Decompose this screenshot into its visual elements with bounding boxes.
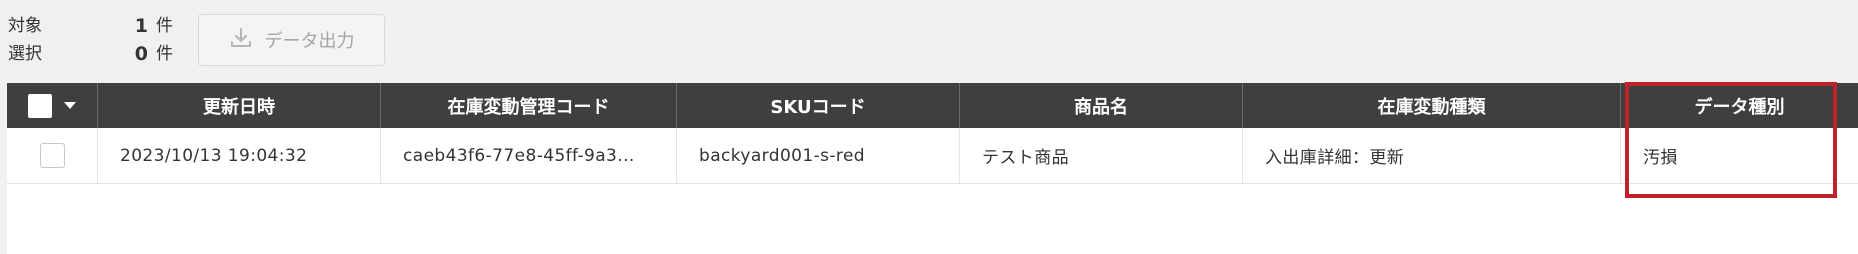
column-header-updated-at[interactable]: 更新日時 <box>98 83 381 128</box>
column-header-sku-code[interactable]: SKUコード <box>677 83 960 128</box>
target-unit: 件 <box>156 16 173 36</box>
selected-label: 選択 <box>8 44 42 64</box>
target-count: 1 <box>134 15 148 37</box>
cell-updated-at: 2023/10/13 19:04:32 <box>98 128 381 183</box>
selected-count-row: 選択 0 件 <box>8 40 173 68</box>
row-select-cell <box>7 128 98 183</box>
table-header: 更新日時 在庫変動管理コード SKUコード 商品名 在庫変動種類 データ種別 <box>7 83 1858 128</box>
cell-sku-code: backyard001-s-red <box>677 128 960 183</box>
column-header-change-type[interactable]: 在庫変動種類 <box>1243 83 1621 128</box>
cell-product-name: テスト商品 <box>960 128 1243 183</box>
select-all-checkbox[interactable] <box>28 93 52 118</box>
cell-change-code: caeb43f6-77e8-45ff-9a3... <box>381 128 677 183</box>
cell-data-type: 汚損 <box>1643 148 1678 168</box>
row-checkbox[interactable] <box>39 143 65 168</box>
column-header-change-code[interactable]: 在庫変動管理コード <box>381 83 677 128</box>
column-header-product-name[interactable]: 商品名 <box>960 83 1243 128</box>
export-data-label: データ出力 <box>264 31 355 52</box>
cell-change-type: 入出庫詳細：更新 <box>1243 128 1621 183</box>
download-icon <box>229 26 253 55</box>
selected-unit: 件 <box>156 44 173 64</box>
table-row[interactable]: 2023/10/13 19:04:32 caeb43f6-77e8-45ff-9… <box>7 128 1858 184</box>
select-all-header <box>7 83 98 128</box>
selected-count: 0 <box>134 43 148 65</box>
export-data-button[interactable]: データ出力 <box>198 14 385 66</box>
column-header-data-type[interactable]: データ種別 <box>1621 83 1858 128</box>
select-menu-chevron-down-icon[interactable] <box>64 102 76 109</box>
target-label: 対象 <box>8 16 42 36</box>
target-count-row: 対象 1 件 <box>8 12 173 40</box>
inventory-change-table: 更新日時 在庫変動管理コード SKUコード 商品名 在庫変動種類 データ種別 2… <box>7 83 1858 254</box>
selection-summary: 対象 1 件 選択 0 件 <box>8 12 173 68</box>
